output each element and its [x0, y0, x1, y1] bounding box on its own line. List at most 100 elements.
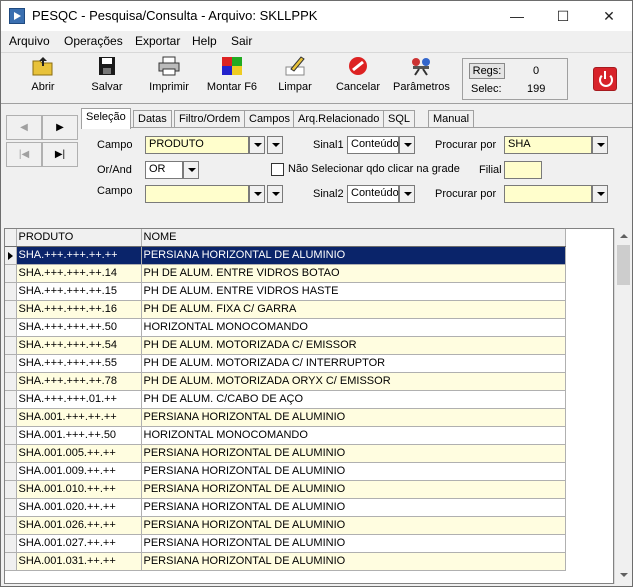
procurar2-select[interactable]	[504, 185, 592, 203]
nao-selecionar-checkbox[interactable]	[271, 163, 284, 176]
maximize-button[interactable]: ☐	[540, 1, 586, 31]
campo1-extra-dropdown-icon[interactable]	[267, 136, 283, 154]
cell-produto[interactable]: SHA.001.031.++.++	[16, 552, 142, 571]
table-row[interactable]: SHA.001.026.++.++ PERSIANA HORIZONTAL DE …	[5, 516, 566, 535]
row-indicator[interactable]	[5, 246, 17, 265]
row-indicator[interactable]	[5, 534, 17, 553]
sinal2-dropdown-icon[interactable]	[399, 185, 415, 203]
prev-record-button[interactable]: ◀	[6, 115, 42, 140]
cell-produto[interactable]: SHA.+++.+++.++.50	[16, 318, 142, 337]
row-indicator[interactable]	[5, 516, 17, 535]
table-row[interactable]: SHA.+++.+++.++.15 PH DE ALUM. ENTRE VIDRO…	[5, 282, 566, 301]
row-indicator[interactable]	[5, 390, 17, 409]
row-indicator[interactable]	[5, 300, 17, 319]
header-nome[interactable]: NOME	[141, 229, 566, 247]
table-row[interactable]: SHA.001.005.++.++ PERSIANA HORIZONTAL DE …	[5, 444, 566, 463]
cell-nome[interactable]: PERSIANA HORIZONTAL DE ALUMINIO	[141, 552, 566, 571]
procurar2-dropdown-icon[interactable]	[592, 185, 608, 203]
cell-produto[interactable]: SHA.001.010.++.++	[16, 480, 142, 499]
cell-produto[interactable]: SHA.+++.+++.++.16	[16, 300, 142, 319]
campo2-dropdown-icon[interactable]	[249, 185, 265, 203]
row-indicator[interactable]	[5, 552, 17, 571]
scroll-thumb[interactable]	[617, 245, 630, 285]
montar-button[interactable]: Montar F6	[205, 55, 259, 93]
cell-nome[interactable]: PH DE ALUM. MOTORIZADA C/ EMISSOR	[141, 336, 566, 355]
salvar-button[interactable]: Salvar	[89, 55, 125, 93]
cell-nome[interactable]: PH DE ALUM. MOTORIZADA C/ INTERRUPTOR	[141, 354, 566, 373]
cell-produto[interactable]: SHA.+++.+++.++.14	[16, 264, 142, 283]
sinal1-select[interactable]: Conteúdo	[347, 136, 399, 154]
first-record-button[interactable]: |◀	[6, 142, 42, 167]
imprimir-button[interactable]: Imprimir	[149, 55, 189, 93]
tab-campos[interactable]: Campos	[244, 110, 295, 128]
row-indicator[interactable]	[5, 444, 17, 463]
menu-operacoes[interactable]: Operações	[64, 34, 123, 48]
cell-nome[interactable]: PERSIANA HORIZONTAL DE ALUMINIO	[141, 408, 566, 427]
table-row[interactable]: SHA.001.+++.++.++ PERSIANA HORIZONTAL DE …	[5, 408, 566, 427]
table-row[interactable]: SHA.001.010.++.++ PERSIANA HORIZONTAL DE …	[5, 480, 566, 499]
cell-produto[interactable]: SHA.001.+++.++.++	[16, 408, 142, 427]
title-bar[interactable]: PESQC - Pesquisa/Consulta - Arquivo: SKL…	[1, 1, 632, 31]
power-icon[interactable]	[593, 67, 617, 91]
tab-arq-relacionado[interactable]: Arq.Relacionado	[293, 110, 385, 128]
table-row[interactable]: SHA.+++.+++.++.50 HORIZONTAL MONOCOMANDO	[5, 318, 566, 337]
table-row[interactable]: SHA.001.020.++.++ PERSIANA HORIZONTAL DE …	[5, 498, 566, 517]
abrir-button[interactable]: Abrir	[25, 55, 61, 93]
cell-produto[interactable]: SHA.001.026.++.++	[16, 516, 142, 535]
table-row[interactable]: SHA.+++.+++.01.++ PH DE ALUM. C/CABO DE A…	[5, 390, 566, 409]
limpar-button[interactable]: Limpar	[277, 55, 313, 93]
results-grid[interactable]: PRODUTO NOME SHA.+++.+++.++.++ PERSIANA H…	[4, 228, 614, 584]
tab-manual[interactable]: Manual	[428, 110, 475, 128]
table-row[interactable]: SHA.+++.+++.++.55 PH DE ALUM. MOTORIZADA …	[5, 354, 566, 373]
header-produto[interactable]: PRODUTO	[16, 229, 142, 247]
orand-select[interactable]: OR	[145, 161, 183, 179]
table-row[interactable]: SHA.+++.+++.++.++ PERSIANA HORIZONTAL DE …	[5, 246, 566, 265]
cell-produto[interactable]: SHA.001.+++.++.50	[16, 426, 142, 445]
cell-produto[interactable]: SHA.001.009.++.++	[16, 462, 142, 481]
table-row[interactable]: SHA.+++.+++.++.16 PH DE ALUM. FIXA C/ GAR…	[5, 300, 566, 319]
procurar1-dropdown-icon[interactable]	[592, 136, 608, 154]
cancelar-button[interactable]: Cancelar	[335, 55, 381, 93]
cell-produto[interactable]: SHA.+++.+++.01.++	[16, 390, 142, 409]
table-row[interactable]: SHA.001.+++.++.50 HORIZONTAL MONOCOMANDO	[5, 426, 566, 445]
cell-produto[interactable]: SHA.001.005.++.++	[16, 444, 142, 463]
cell-produto[interactable]: SHA.+++.+++.++.55	[16, 354, 142, 373]
cell-nome[interactable]: PH DE ALUM. ENTRE VIDROS HASTE	[141, 282, 566, 301]
last-record-button[interactable]: ▶|	[42, 142, 78, 167]
row-indicator[interactable]	[5, 498, 17, 517]
cell-nome[interactable]: PH DE ALUM. C/CABO DE AÇO	[141, 390, 566, 409]
cell-nome[interactable]: HORIZONTAL MONOCOMANDO	[141, 426, 566, 445]
row-indicator[interactable]	[5, 336, 17, 355]
table-row[interactable]: SHA.001.009.++.++ PERSIANA HORIZONTAL DE …	[5, 462, 566, 481]
cell-nome[interactable]: PERSIANA HORIZONTAL DE ALUMINIO	[141, 534, 566, 553]
menu-arquivo[interactable]: Arquivo	[9, 34, 50, 48]
cell-produto[interactable]: SHA.+++.+++.++.++	[16, 246, 142, 265]
cell-nome[interactable]: HORIZONTAL MONOCOMANDO	[141, 318, 566, 337]
cell-nome[interactable]: PERSIANA HORIZONTAL DE ALUMINIO	[141, 444, 566, 463]
campo2-extra-dropdown-icon[interactable]	[267, 185, 283, 203]
filial-input[interactable]	[504, 161, 542, 179]
cell-produto[interactable]: SHA.001.027.++.++	[16, 534, 142, 553]
grid-vertical-scrollbar[interactable]	[614, 228, 631, 584]
sinal1-dropdown-icon[interactable]	[399, 136, 415, 154]
sinal2-select[interactable]: Conteúdo	[347, 185, 399, 203]
scroll-down-icon[interactable]	[615, 567, 632, 584]
close-button[interactable]: ✕	[586, 1, 632, 31]
minimize-button[interactable]: —	[494, 1, 540, 31]
cell-nome[interactable]: PERSIANA HORIZONTAL DE ALUMINIO	[141, 498, 566, 517]
cell-nome[interactable]: PH DE ALUM. FIXA C/ GARRA	[141, 300, 566, 319]
campo2-select[interactable]	[145, 185, 249, 203]
menu-exportar[interactable]: Exportar	[135, 34, 180, 48]
procurar1-select[interactable]: SHA	[504, 136, 592, 154]
campo1-dropdown-icon[interactable]	[249, 136, 265, 154]
tab-datas[interactable]: Datas	[133, 110, 172, 128]
row-indicator[interactable]	[5, 408, 17, 427]
scroll-up-icon[interactable]	[615, 228, 632, 245]
regs-button[interactable]: Regs:	[469, 63, 505, 79]
menu-help[interactable]: Help	[192, 34, 217, 48]
menu-sair[interactable]: Sair	[231, 34, 252, 48]
table-row[interactable]: SHA.+++.+++.++.78 PH DE ALUM. MOTORIZADA …	[5, 372, 566, 391]
row-indicator[interactable]	[5, 426, 17, 445]
cell-nome[interactable]: PERSIANA HORIZONTAL DE ALUMINIO	[141, 246, 566, 265]
orand-dropdown-icon[interactable]	[183, 161, 199, 179]
